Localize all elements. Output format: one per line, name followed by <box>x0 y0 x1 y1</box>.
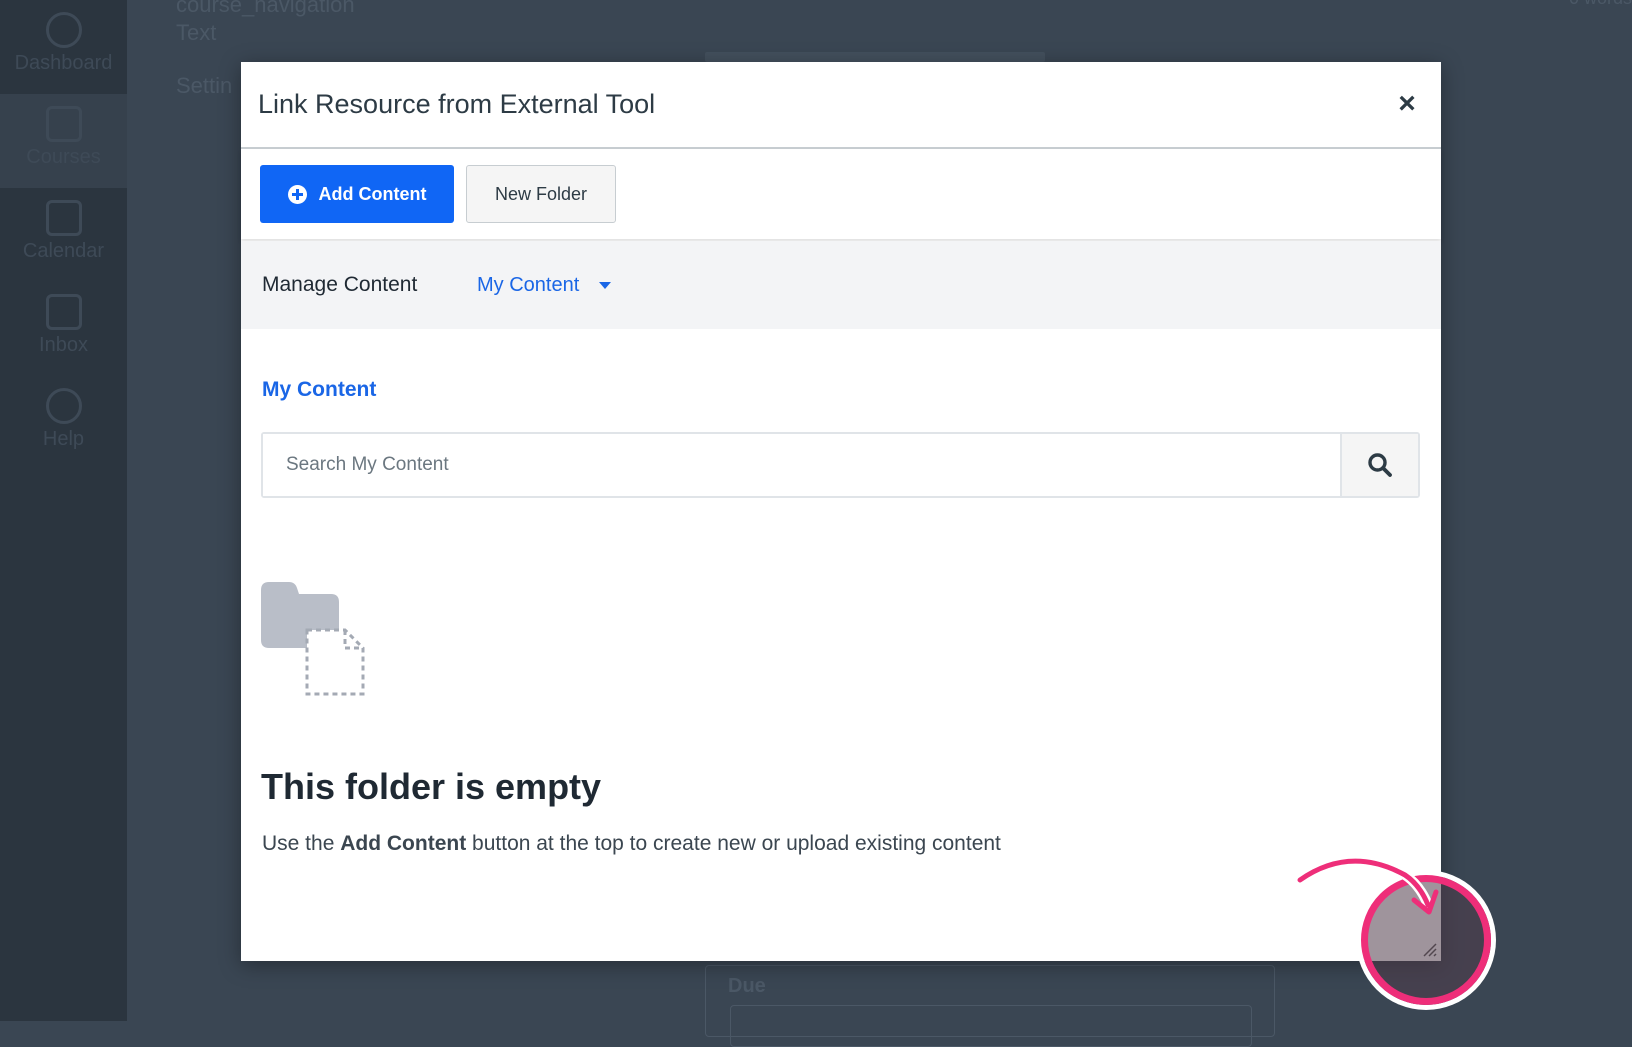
empty-desc-prefix: Use the <box>262 832 341 855</box>
nav-item-label: Courses <box>26 146 101 168</box>
empty-state-heading: This folder is empty <box>261 766 602 807</box>
new-folder-button[interactable]: New Folder <box>466 165 616 223</box>
modal-toolbar: Add Content New Folder <box>241 149 1441 239</box>
empty-desc-suffix: button at the top to create new or uploa… <box>466 832 1001 855</box>
modal-header: Link Resource from External Tool × <box>241 62 1441 149</box>
link-resource-modal: Link Resource from External Tool × Add C… <box>241 62 1441 961</box>
nav-item-courses[interactable]: Courses <box>0 94 127 188</box>
nav-item-calendar[interactable]: Calendar <box>0 188 127 282</box>
empty-state-description: Use the Add Content button at the top to… <box>262 832 1001 856</box>
help-icon <box>45 388 82 424</box>
dashboard-icon <box>45 12 82 48</box>
content-source-value: My Content <box>477 274 580 296</box>
search-input[interactable] <box>263 434 1340 496</box>
background-text: Text <box>176 20 217 45</box>
nav-item-label: Dashboard <box>14 52 113 74</box>
manage-content-label: Manage Content <box>262 273 418 296</box>
background-divider <box>705 52 1045 62</box>
empty-desc-bold: Add Content <box>340 832 467 855</box>
search-icon <box>1368 453 1392 477</box>
close-button[interactable]: × <box>1393 89 1421 119</box>
manage-content-bar: Manage Content My Content <box>241 241 1441 329</box>
inbox-icon <box>45 294 82 330</box>
nav-item-label: Help <box>42 428 85 450</box>
global-nav: Dashboard Courses Calendar Inbox Help <box>0 0 127 1021</box>
due-label: Due <box>728 975 766 997</box>
background-text: Settin <box>176 73 233 98</box>
search-button[interactable] <box>1340 434 1418 496</box>
plus-circle-icon <box>287 184 307 204</box>
background-text: course_navigation <box>176 0 355 17</box>
nav-item-label: Inbox <box>39 334 88 356</box>
search-bar <box>261 432 1420 498</box>
add-content-button[interactable]: Add Content <box>260 165 454 223</box>
courses-icon <box>45 106 82 142</box>
content-source-dropdown[interactable]: My Content <box>477 274 612 297</box>
highlight-arrow-icon <box>1295 856 1439 915</box>
nav-item-dashboard[interactable]: Dashboard <box>0 0 127 94</box>
nav-item-inbox[interactable]: Inbox <box>0 282 127 376</box>
due-input <box>730 1005 1252 1047</box>
add-content-label: Add Content <box>318 183 427 204</box>
word-count: 0 words <box>1569 0 1632 9</box>
caret-down-icon <box>599 282 612 289</box>
modal-title: Link Resource from External Tool <box>258 89 656 119</box>
nav-item-help[interactable]: Help <box>0 376 127 470</box>
breadcrumb-my-content[interactable]: My Content <box>262 378 376 402</box>
nav-item-label: Calendar <box>22 240 105 262</box>
empty-folder-icon <box>261 582 365 696</box>
calendar-icon <box>45 200 82 236</box>
